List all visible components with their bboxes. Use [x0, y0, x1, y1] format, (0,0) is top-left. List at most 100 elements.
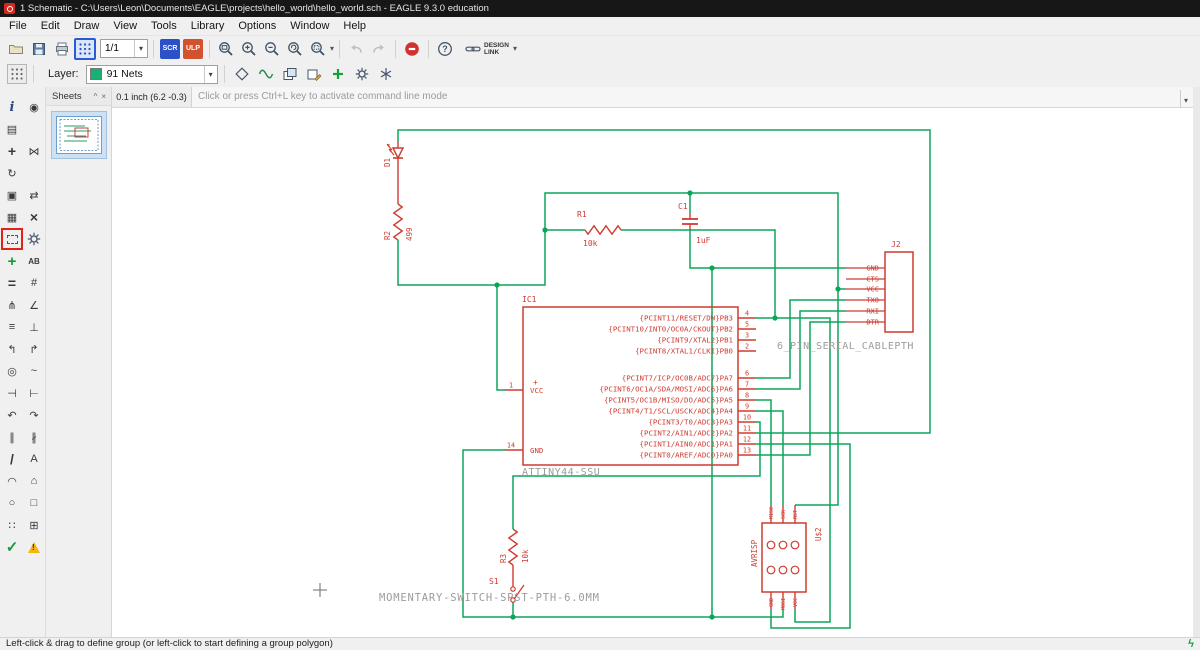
bend-left-tool-button[interactable]: ↰	[2, 339, 22, 359]
redo-bend-tool-button[interactable]: ↷	[24, 405, 44, 425]
dimension-tool-button[interactable]: ∷	[2, 515, 22, 535]
menu-tools[interactable]: Tools	[144, 17, 184, 35]
menu-library[interactable]: Library	[184, 17, 232, 35]
mirror-tool-button[interactable]: ⋈	[24, 141, 44, 161]
pinswap-tool-button[interactable]: ⊣	[2, 383, 22, 403]
menu-edit[interactable]: Edit	[34, 17, 67, 35]
help-button[interactable]: ?	[434, 38, 456, 60]
polygon-tool-button[interactable]: ⌂	[24, 471, 44, 491]
connector-body[interactable]	[884, 251, 914, 333]
sheet-thumbnail[interactable]	[50, 111, 107, 159]
rect-tool-button[interactable]: □	[24, 493, 44, 513]
open-button[interactable]	[5, 38, 27, 60]
stop-button[interactable]	[401, 38, 423, 60]
swap-tool-button[interactable]: ⇄	[24, 185, 44, 205]
zoom-fit-button[interactable]	[215, 38, 237, 60]
net-wire[interactable]	[756, 399, 772, 505]
zoom-redraw-button[interactable]	[284, 38, 306, 60]
attributes-button[interactable]	[303, 63, 325, 85]
arc-tool-button[interactable]: ◠	[2, 471, 22, 491]
menu-view[interactable]: View	[106, 17, 144, 35]
zoom-select-button[interactable]	[307, 38, 329, 60]
gateswap-tool-button[interactable]: ⊢	[24, 383, 44, 403]
menu-window[interactable]: Window	[283, 17, 336, 35]
wire-bend-button[interactable]	[231, 63, 253, 85]
isp-body[interactable]	[761, 522, 807, 593]
bend-right-tool-button[interactable]: ↱	[24, 339, 44, 359]
junction-dot[interactable]	[510, 614, 516, 620]
layer-selector[interactable]: 91 Nets ▾	[85, 64, 218, 84]
value-tool-button[interactable]: =	[2, 273, 22, 293]
redo-button[interactable]	[368, 38, 390, 60]
resistor-R3[interactable]	[507, 528, 519, 566]
menu-file[interactable]: File	[2, 17, 34, 35]
invoke-tool-button[interactable]: ≡	[2, 317, 22, 337]
resistor-R1[interactable]	[584, 224, 622, 236]
errors-tool-button[interactable]: !	[24, 537, 44, 557]
zoom-select-button-dropdown[interactable]: ▾	[330, 44, 334, 53]
junction-dot[interactable]	[709, 614, 715, 620]
delete-tool-button[interactable]: ×	[24, 207, 44, 227]
zoom-out-button[interactable]	[261, 38, 283, 60]
options-button[interactable]	[375, 63, 397, 85]
net-style-button[interactable]	[255, 63, 277, 85]
add-part-button[interactable]	[327, 63, 349, 85]
wire-tool-button[interactable]: /	[2, 449, 22, 469]
chevron-down-icon[interactable]: ▾	[203, 65, 217, 83]
script-button[interactable]: SCR	[160, 38, 180, 59]
bus-tool-button[interactable]: ∥	[2, 427, 22, 447]
net-tool-button[interactable]: ∦	[24, 427, 44, 447]
text-tool-button[interactable]: A	[24, 449, 44, 469]
menu-help[interactable]: Help	[336, 17, 373, 35]
grid-settings-button[interactable]	[74, 37, 96, 60]
net-wire[interactable]	[496, 285, 505, 391]
command-line-input[interactable]: Click or press Ctrl+L key to activate co…	[192, 87, 1193, 112]
settings-button[interactable]	[351, 63, 373, 85]
move-tool-button[interactable]: +	[2, 141, 22, 161]
name-tool-button[interactable]: AB	[24, 251, 44, 271]
scrollbar-strip[interactable]	[1193, 87, 1200, 637]
net-wire[interactable]	[689, 230, 846, 269]
show-tool-button[interactable]: ◉	[24, 97, 44, 117]
menu-options[interactable]: Options	[231, 17, 283, 35]
change-tool-button[interactable]	[24, 229, 44, 249]
grid-toggle-button[interactable]	[7, 64, 27, 84]
junction-dot[interactable]	[709, 265, 715, 271]
print-button[interactable]	[51, 38, 73, 60]
frame-tool-button[interactable]: ⊞	[24, 515, 44, 535]
close-icon[interactable]: ×	[99, 92, 108, 101]
circle-tool-button[interactable]: ○	[2, 493, 22, 513]
undo-button[interactable]	[345, 38, 367, 60]
sheet-selector[interactable]: 1/1 ▾	[100, 39, 148, 58]
chevron-down-icon[interactable]: ▾	[134, 40, 147, 57]
group-tool-button[interactable]	[1, 228, 23, 250]
junction-tool-button[interactable]: ◎	[2, 361, 22, 381]
junction-dot[interactable]	[835, 286, 841, 292]
ripup-tool-button[interactable]: ~	[24, 361, 44, 381]
chevron-down-icon[interactable]: ▾	[513, 44, 517, 53]
split-tool-button[interactable]: ⋔	[2, 295, 22, 315]
save-button[interactable]	[28, 38, 50, 60]
junction-dot[interactable]	[772, 315, 778, 321]
junction-dot[interactable]	[542, 227, 548, 233]
display-tool-button[interactable]: ▤	[2, 119, 22, 139]
miter-tool-button[interactable]: ∠	[24, 295, 44, 315]
zoom-in-button[interactable]	[238, 38, 260, 60]
sheet-list-button[interactable]	[279, 63, 301, 85]
smash-tool-button[interactable]: #	[24, 273, 44, 293]
net-wire[interactable]	[397, 192, 839, 506]
design-link-button[interactable]: DESIGN LINK ▾	[461, 39, 521, 59]
undo-bend-tool-button[interactable]: ↶	[2, 405, 22, 425]
ulp-button[interactable]: ULP	[183, 38, 203, 59]
rotate-tool-button[interactable]: ↻	[2, 163, 22, 183]
schematic-svg[interactable]: GND CTS VCC TXO RXI DTR {PCINT11/RESET/DW}PB3 4…	[112, 108, 1193, 637]
paste-tool-button[interactable]: ▦	[2, 207, 22, 227]
info-tool-button[interactable]: i	[2, 97, 22, 117]
erc-tool-button[interactable]: ✓	[2, 537, 22, 557]
menu-draw[interactable]: Draw	[67, 17, 107, 35]
optimize-tool-button[interactable]: ⊥	[24, 317, 44, 337]
schematic-canvas[interactable]: GND CTS VCC TXO RXI DTR {PCINT11/RESET/DW}PB3 4…	[112, 108, 1193, 637]
copy-tool-button[interactable]: ▣	[2, 185, 22, 205]
undock-icon[interactable]: ^	[92, 92, 100, 101]
led-symbol[interactable]	[391, 147, 405, 160]
